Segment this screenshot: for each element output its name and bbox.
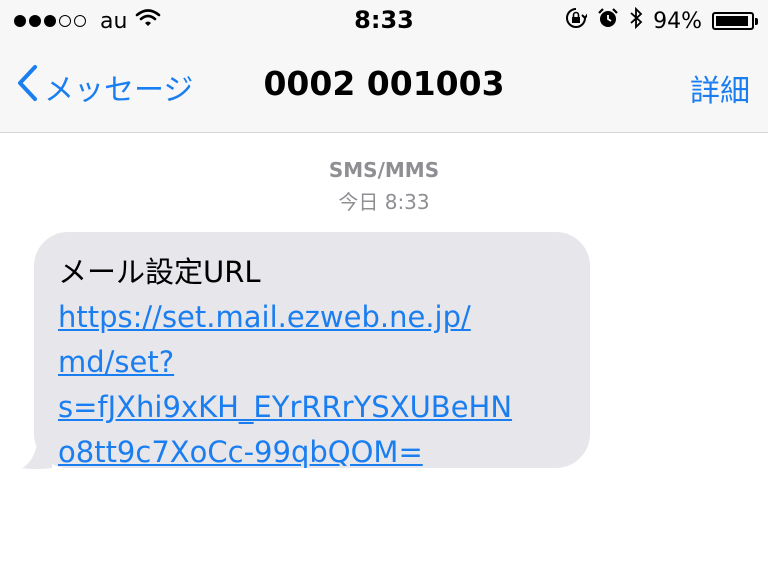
message-link-line[interactable]: https://set.mail.ezweb.ne.jp/ bbox=[58, 295, 566, 340]
message-bubble[interactable]: メール設定URL https://set.mail.ezweb.ne.jp/ m… bbox=[34, 232, 590, 469]
message-link[interactable]: https://set.mail.ezweb.ne.jp/ md/set? s=… bbox=[58, 295, 566, 475]
service-label: SMS/MMS bbox=[328, 158, 440, 182]
status-right: 94% bbox=[565, 6, 758, 35]
message-timestamp: 今日 8:33 bbox=[338, 190, 430, 214]
battery-icon bbox=[712, 12, 758, 30]
bluetooth-icon bbox=[629, 6, 643, 35]
message-link-line[interactable]: s=fJXhi9xKH_EYrRRrYSXUBeHN bbox=[58, 385, 566, 430]
battery-level-fill bbox=[716, 16, 748, 26]
message-link-line[interactable]: o8tt9c7XoCc-99qbQOM= bbox=[58, 430, 566, 475]
details-button[interactable]: 詳細 bbox=[690, 66, 750, 110]
conversation-title: 0002 001003 bbox=[263, 64, 505, 103]
alarm-icon bbox=[597, 7, 619, 35]
message-link-line[interactable]: md/set? bbox=[58, 340, 566, 385]
status-bar: au 8:33 94% bbox=[0, 0, 768, 42]
message-text: メール設定URL bbox=[58, 255, 261, 289]
screen-lock-icon bbox=[565, 7, 589, 35]
navigation-bar: メッセージ 0002 001003 詳細 bbox=[0, 42, 768, 133]
battery-percent: 94% bbox=[653, 8, 702, 34]
